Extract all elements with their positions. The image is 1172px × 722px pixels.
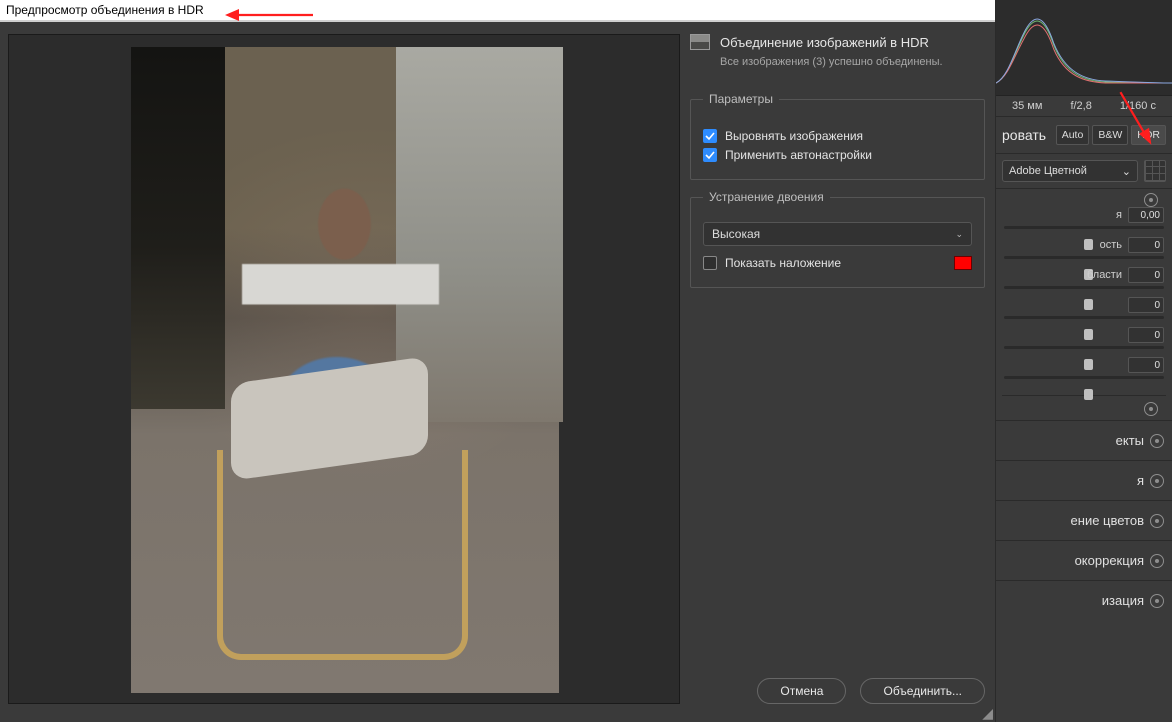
auto-button[interactable]: Auto xyxy=(1056,125,1090,145)
slider-track[interactable] xyxy=(1004,346,1164,349)
annotation-arrow-icon xyxy=(225,6,315,24)
section-label: екты xyxy=(1116,433,1144,448)
slider-value[interactable]: 0,00 xyxy=(1128,207,1164,223)
align-images-checkbox[interactable] xyxy=(703,129,717,143)
slider-value[interactable]: 0 xyxy=(1128,267,1164,283)
panel-section[interactable]: окоррекция xyxy=(996,540,1172,580)
deghost-legend: Устранение двоения xyxy=(703,190,830,204)
window-titlebar: Предпросмотр объединения в HDR xyxy=(0,0,995,22)
check-icon xyxy=(705,131,715,141)
aperture-value: f/2,8 xyxy=(1070,100,1091,112)
slider-track[interactable] xyxy=(1004,376,1164,379)
auto-settings-checkbox[interactable] xyxy=(703,148,717,162)
show-overlay-checkbox[interactable] xyxy=(703,256,717,270)
slider-track[interactable] xyxy=(1004,286,1164,289)
check-icon xyxy=(705,150,715,160)
eye-icon[interactable] xyxy=(1144,402,1158,416)
slider-value[interactable]: 0 xyxy=(1128,297,1164,313)
slider-track[interactable] xyxy=(1004,256,1164,259)
eye-icon[interactable] xyxy=(1150,474,1164,488)
eye-icon[interactable] xyxy=(1150,594,1164,608)
slider-value[interactable]: 0 xyxy=(1128,327,1164,343)
panel-section[interactable]: ение цветов xyxy=(996,500,1172,540)
focal-length-value: 35 мм xyxy=(1012,100,1042,112)
slider-track[interactable] xyxy=(1004,316,1164,319)
eye-icon[interactable] xyxy=(1144,193,1158,207)
window-title: Предпросмотр объединения в HDR xyxy=(6,3,204,17)
dialog-subheading: Все изображения (3) успешно объединены. xyxy=(720,56,985,68)
cancel-button[interactable]: Отмена xyxy=(757,678,846,704)
eye-icon[interactable] xyxy=(1150,554,1164,568)
preview-area xyxy=(8,34,680,704)
profile-select-value: Adobe Цветной xyxy=(1009,165,1087,177)
slider-row: 0 xyxy=(1002,359,1166,389)
histogram xyxy=(996,0,1172,96)
slider-track[interactable] xyxy=(1004,226,1164,229)
auto-settings-label: Применить автонастройки xyxy=(725,148,872,162)
preview-image xyxy=(131,47,559,693)
slider-row: ость 0 xyxy=(1002,239,1166,269)
slider-value[interactable]: 0 xyxy=(1128,357,1164,373)
profile-select[interactable]: Adobe Цветной ⌄ xyxy=(1002,160,1138,182)
merge-button[interactable]: Объединить... xyxy=(860,678,985,704)
slider-label: я xyxy=(1116,209,1122,221)
deghost-amount-select[interactable]: Высокая ⌄ xyxy=(703,222,972,246)
profile-row: Adobe Цветной ⌄ xyxy=(996,154,1172,189)
dialog-side-panel: Объединение изображений в HDR Все изобра… xyxy=(690,34,985,298)
edit-label-partial: ровать xyxy=(1002,127,1046,143)
section-label: изация xyxy=(1102,593,1144,608)
panel-section[interactable]: екты xyxy=(996,420,1172,460)
section-label: окоррекция xyxy=(1075,553,1144,568)
hdr-merge-icon xyxy=(690,34,710,50)
show-overlay-label: Показать наложение xyxy=(725,256,841,270)
hdr-merge-preview-dialog: Объединение изображений в HDR Все изобра… xyxy=(0,22,995,722)
slider-row: 0 xyxy=(1002,299,1166,329)
deghost-amount-value: Высокая xyxy=(712,227,760,241)
parameters-group: Параметры Выровнять изображения Применит… xyxy=(690,92,985,180)
chevron-down-icon: ⌄ xyxy=(955,229,963,240)
slider-value[interactable]: 0 xyxy=(1128,237,1164,253)
deghost-group: Устранение двоения Высокая ⌄ Показать на… xyxy=(690,190,985,288)
align-images-label: Выровнять изображения xyxy=(725,129,863,143)
slider-label: бласти xyxy=(1087,269,1122,281)
basic-sliders: я 0,00 ость 0 бласти 0 0 0 0 xyxy=(996,189,1172,420)
resize-grip-icon[interactable]: ◢ xyxy=(982,705,993,722)
overlay-color-swatch[interactable] xyxy=(954,256,972,270)
histogram-curve-icon xyxy=(996,5,1172,85)
slider-row: 0 xyxy=(1002,329,1166,359)
chevron-down-icon: ⌄ xyxy=(1122,165,1131,178)
eye-icon[interactable] xyxy=(1150,514,1164,528)
parameters-legend: Параметры xyxy=(703,92,779,106)
panel-section[interactable]: изация xyxy=(996,580,1172,620)
profile-grid-icon[interactable] xyxy=(1144,160,1166,182)
slider-row: я 0,00 xyxy=(1002,209,1166,239)
eye-icon[interactable] xyxy=(1150,434,1164,448)
section-label: ение цветов xyxy=(1071,513,1144,528)
dialog-buttons: Отмена Объединить... xyxy=(690,678,985,704)
panel-section[interactable]: я xyxy=(996,460,1172,500)
dialog-heading: Объединение изображений в HDR xyxy=(720,35,929,50)
slider-row: бласти 0 xyxy=(1002,269,1166,299)
slider-label: ость xyxy=(1100,239,1122,251)
section-label: я xyxy=(1137,473,1144,488)
